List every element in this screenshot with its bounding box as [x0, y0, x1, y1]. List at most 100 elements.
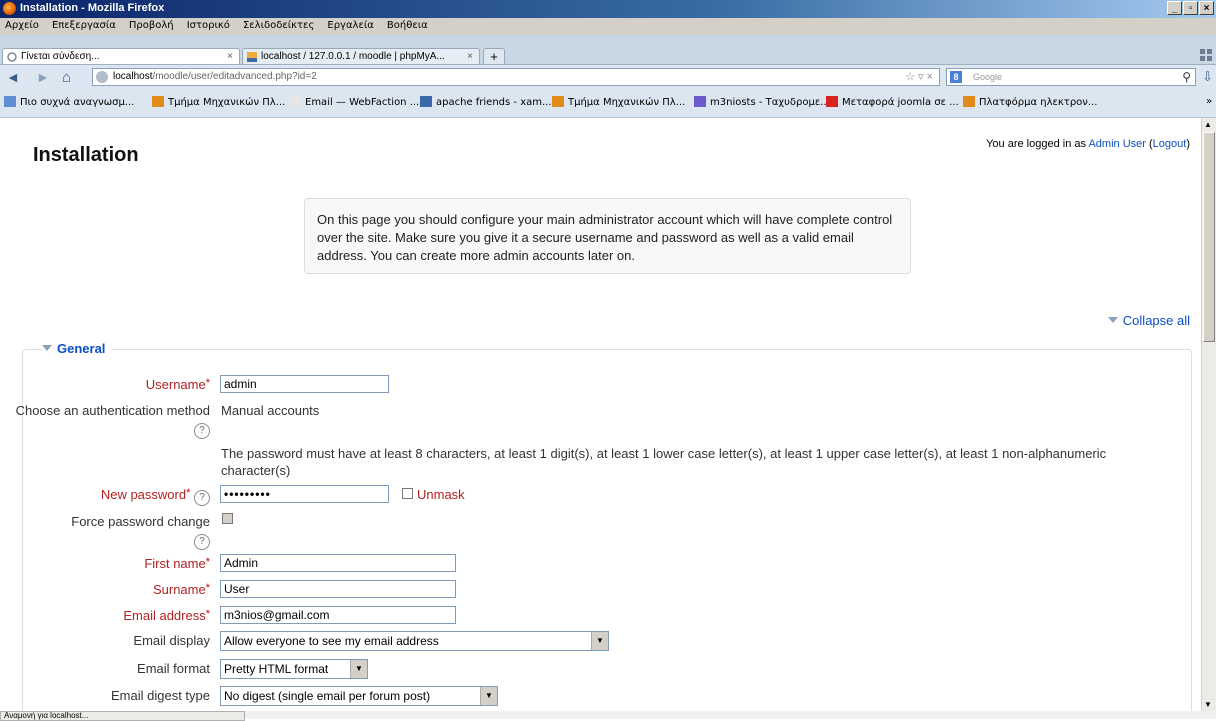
username-input[interactable]: admin: [220, 375, 389, 393]
tab-close-icon[interactable]: ×: [467, 49, 473, 64]
search-icon[interactable]: ⚲: [1182, 70, 1191, 84]
search-placeholder: Google: [973, 72, 1003, 82]
navigation-bar: ◄ ► ⌂ localhost/moodle/user/editadvanced…: [0, 65, 1216, 90]
help-icon[interactable]: ?: [194, 423, 210, 439]
apache-friends-icon: [420, 96, 432, 107]
url-controls[interactable]: ☆ ▿ ×: [905, 70, 933, 83]
label-text: Choose an authentication method: [15, 403, 210, 418]
collapse-triangle-icon: [1107, 317, 1118, 323]
bookmark-label: Τμήμα Μηχανικών Πλ...: [168, 97, 286, 108]
select-value: Pretty HTML format: [224, 662, 329, 676]
label-text: Force password change: [71, 514, 210, 529]
email-label: Email address*: [123, 606, 210, 624]
url-bar[interactable]: localhost/moodle/user/editadvanced.php?i…: [92, 68, 940, 86]
email-display-select[interactable]: Allow everyone to see my email address ▼: [220, 631, 609, 651]
force-password-label: Force password change?: [10, 513, 210, 550]
email-digest-label: Email digest type: [111, 688, 210, 703]
required-icon: *: [205, 608, 210, 620]
back-arrow-icon[interactable]: ◄: [6, 69, 20, 85]
download-icon[interactable]: ⇩: [1202, 69, 1213, 85]
email-digest-select[interactable]: No digest (single email per forum post) ▼: [220, 686, 498, 706]
bookmark-folder-icon: [4, 96, 16, 107]
select-value: Allow everyone to see my email address: [224, 634, 439, 648]
menu-view[interactable]: Προβολή: [124, 18, 179, 31]
unmask-checkbox[interactable]: [402, 488, 413, 499]
bookmark-label: apache friends - xam...: [436, 97, 552, 108]
force-password-checkbox[interactable]: [222, 513, 233, 524]
email-display-label: Email display: [133, 633, 210, 648]
menu-bar: Αρχείο Επεξεργασία Προβολή Ιστορικό Σελι…: [0, 18, 1216, 35]
collapse-all-link[interactable]: Collapse all: [1107, 313, 1190, 328]
firefox-logo-icon: [3, 2, 16, 15]
vertical-scrollbar[interactable]: ▲ ▼: [1201, 118, 1216, 711]
loading-icon: [7, 52, 17, 62]
google-engine-icon[interactable]: 8: [950, 71, 962, 83]
general-section-toggle[interactable]: General: [42, 341, 112, 356]
bookmark-tm-1[interactable]: Τμήμα Μηχανικών Πλ...: [152, 96, 285, 108]
bookmark-label: Μεταφορά joomla σε ...: [842, 97, 959, 108]
close-window-button[interactable]: ×: [1199, 1, 1214, 15]
required-icon: *: [186, 487, 191, 499]
menu-file[interactable]: Αρχείο: [0, 18, 44, 31]
bookmark-label: m3niosts - Ταχυδρομε...: [710, 97, 830, 108]
tab-close-icon[interactable]: ×: [227, 49, 233, 64]
home-icon[interactable]: ⌂: [62, 69, 71, 86]
menu-help[interactable]: Βοήθεια: [382, 18, 433, 31]
new-tab-button[interactable]: +: [483, 48, 505, 64]
menu-history[interactable]: Ιστορικό: [182, 18, 235, 31]
url-text[interactable]: localhost/moodle/user/editadvanced.php?i…: [113, 71, 317, 82]
help-icon[interactable]: ?: [194, 490, 210, 506]
menu-edit[interactable]: Επεξεργασία: [47, 18, 121, 31]
bookmark-tm-2[interactable]: Τμήμα Μηχανικών Πλ...: [552, 96, 685, 108]
login-prefix: You are logged in as: [986, 138, 1087, 150]
required-icon: *: [205, 582, 210, 594]
new-password-input[interactable]: •••••••••: [220, 485, 389, 503]
bookmark-label: Πιο συχνά αναγνωσμ...: [20, 97, 135, 108]
bookmark-apache-friends[interactable]: apache friends - xam...: [420, 96, 552, 108]
status-bar: Αναμονή για localhost...: [0, 711, 245, 721]
page-title: Installation: [33, 144, 139, 166]
maximize-button[interactable]: ▫: [1183, 1, 1198, 15]
chevron-down-icon[interactable]: ▼: [591, 632, 608, 650]
help-icon[interactable]: ?: [194, 534, 210, 550]
scroll-down-icon[interactable]: ▼: [1204, 700, 1212, 709]
email-input[interactable]: m3nios@gmail.com: [220, 606, 456, 624]
minimize-button[interactable]: _: [1167, 1, 1182, 15]
bookmark-youtube[interactable]: Μεταφορά joomla σε ...: [826, 96, 959, 108]
bookmark-webfaction[interactable]: Email — WebFaction ...: [289, 96, 419, 108]
site-identity-icon[interactable]: [96, 71, 108, 83]
tab-groups-icon[interactable]: [1200, 49, 1212, 61]
notice-box: On this page you should configure your m…: [304, 198, 911, 274]
tab-bar: Γίνεται σύνδεση... × localhost / 127.0.0…: [0, 35, 1216, 65]
menu-bookmarks[interactable]: Σελιδοδείκτες: [238, 18, 319, 31]
email-format-select[interactable]: Pretty HTML format ▼: [220, 659, 368, 679]
chevron-down-icon[interactable]: ▼: [480, 687, 497, 705]
required-icon: *: [205, 377, 210, 389]
unmask-label[interactable]: Unmask: [417, 486, 465, 503]
username-label: Username*: [146, 375, 210, 393]
tab-phpmyadmin[interactable]: localhost / 127.0.0.1 / moodle | phpMyA.…: [242, 48, 480, 64]
menu-tools[interactable]: Εργαλεία: [322, 18, 378, 31]
bookmark-label: Πλατφόρμα ηλεκτρον...: [979, 97, 1098, 108]
login-info: You are logged in as Admin User (Logout): [986, 138, 1190, 150]
forward-arrow-icon[interactable]: ►: [36, 69, 50, 85]
bookmark-mail[interactable]: m3niosts - Ταχυδρομε...: [694, 96, 830, 108]
first-name-label: First name*: [144, 554, 210, 572]
user-profile-link[interactable]: Admin User: [1088, 138, 1145, 150]
scrollbar-thumb[interactable]: [1203, 132, 1215, 342]
label-text: First name: [144, 556, 206, 571]
tab-connecting[interactable]: Γίνεται σύνδεση... ×: [2, 48, 240, 64]
tm-logo-icon: [552, 96, 564, 107]
bookmark-tm-3[interactable]: Πλατφόρμα ηλεκτρον...: [963, 96, 1097, 108]
label-text: New password: [100, 487, 187, 502]
search-bar[interactable]: 8 Google ⚲: [946, 68, 1196, 86]
logout-link[interactable]: Logout: [1153, 138, 1187, 150]
chevron-down-icon[interactable]: ▼: [350, 660, 367, 678]
section-triangle-icon: [42, 345, 52, 351]
bookmark-most-visited[interactable]: Πιο συχνά αναγνωσμ...: [4, 96, 134, 108]
first-name-input[interactable]: Admin: [220, 554, 456, 572]
surname-input[interactable]: User: [220, 580, 456, 598]
bookmarks-overflow-button[interactable]: »: [1206, 96, 1212, 107]
scroll-up-icon[interactable]: ▲: [1204, 120, 1212, 129]
webfaction-icon: [289, 96, 301, 107]
